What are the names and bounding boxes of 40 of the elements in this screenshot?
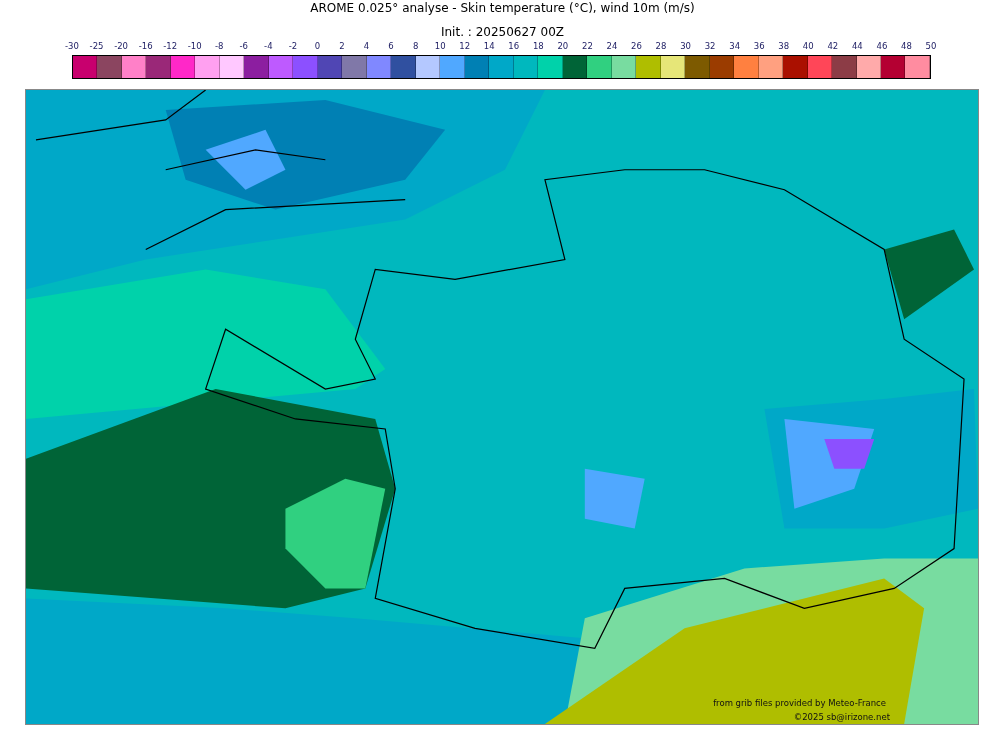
- colorbar-tick-label: 48: [901, 41, 912, 51]
- colorbar-tick-label: -10: [187, 41, 202, 51]
- colorbar-tick-label: 4: [363, 41, 370, 51]
- colorbar-tick-label: 36: [753, 41, 765, 51]
- chart-title: AROME 0.025° analyse - Skin temperature (°C), wind 10m (m/s): [309, 0, 696, 16]
- colorbar-tick-label: -4: [264, 41, 273, 51]
- colorbar-tick-label: 16: [508, 41, 520, 51]
- colorbar-tick-label: 42: [827, 41, 839, 51]
- colorbar-tick-label: 44: [851, 41, 863, 51]
- colorbar-tick-label: 0: [314, 41, 321, 51]
- colorbar-tick-label: -12: [163, 41, 178, 51]
- colorbar-tick-label: 26: [631, 41, 642, 51]
- colorbar-tick-label: 50: [925, 41, 937, 51]
- colorbar-tick-label: -30: [65, 41, 79, 51]
- colorbar-tick-label: 6: [388, 41, 394, 51]
- colorbar-tick-label: 10: [434, 41, 446, 51]
- colorbar-tick-label: 12: [459, 41, 471, 51]
- colorbar-tick-label: 40: [802, 41, 814, 51]
- colorbar-tick-label: 8: [412, 41, 419, 51]
- colorbar-tick-label: 24: [606, 41, 618, 51]
- colorbar-tick-label: -2: [288, 41, 298, 51]
- colorbar-tick-label: 30: [680, 41, 691, 51]
- colorbar-tick-label: 34: [729, 41, 741, 51]
- colorbar-tick-label: -25: [89, 41, 104, 51]
- colorbar-tick-label: 46: [876, 41, 888, 51]
- colorbar-tick-label: 2: [339, 41, 345, 51]
- colorbar-tick-label: 18: [532, 41, 544, 51]
- chart-subtitle: Init. : 20250627 00Z: [439, 24, 566, 40]
- colorbar-tick-label: 20: [557, 41, 569, 51]
- colorbar-tick-label: 28: [655, 41, 667, 51]
- colorbar-tick-label: 22: [582, 41, 593, 51]
- colorbar-tick-label: -8: [215, 41, 224, 51]
- colorbar-tick-label: 32: [704, 41, 716, 51]
- colorbar-tick-label: 38: [778, 41, 790, 51]
- colorbar-tick-label: -16: [138, 41, 153, 51]
- attribution-text: from grib files provided by Meteo-France: [713, 698, 886, 708]
- colorbar-tick-label: -6: [239, 41, 249, 51]
- attribution-text: ©2025 sb@irizone.net: [793, 712, 890, 722]
- colorbar-tick-label: -20: [114, 41, 128, 51]
- colorbar-tick-label: 14: [483, 41, 495, 51]
